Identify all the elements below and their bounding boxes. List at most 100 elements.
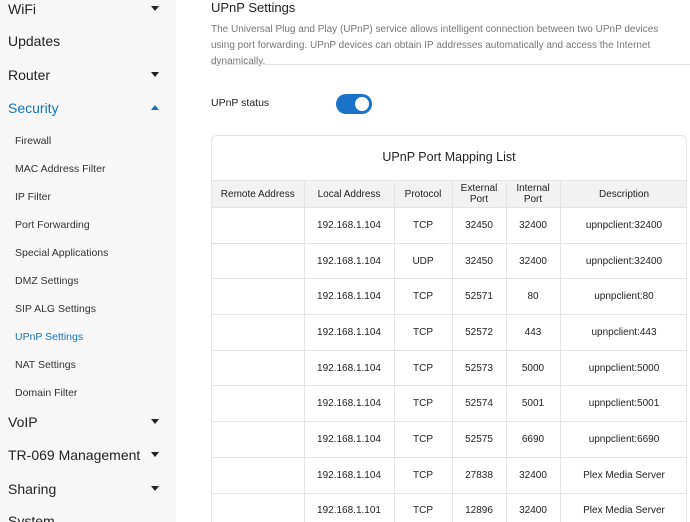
remote-address-cell (212, 492, 305, 522)
column-header-description: Description (559, 180, 686, 208)
remote-address-cell (212, 385, 305, 423)
local-address-cell: 192.168.1.104 (303, 207, 395, 244)
remote-address-cell (212, 314, 305, 351)
sidebar-subitem-port-forwarding[interactable]: Port Forwarding (15, 215, 90, 235)
description-cell: upnpclient:32400 (559, 242, 686, 280)
sidebar-item-security[interactable]: Security (8, 96, 160, 120)
description-cell: upnpclient:5001 (559, 385, 686, 423)
external-port-cell: 52571 (451, 278, 507, 316)
upnp-status-toggle[interactable] (336, 94, 372, 114)
external-port-cell: 52574 (451, 385, 507, 423)
sidebar-subitem-sip-alg-settings[interactable]: SIP ALG Settings (15, 299, 96, 319)
remote-address-cell (212, 207, 305, 244)
column-header-external-port: External Port (451, 180, 507, 208)
page-title: UPnP Settings (211, 0, 296, 15)
internal-port-cell: 5001 (505, 385, 561, 423)
sidebar-subitem-domain-filter[interactable]: Domain Filter (15, 383, 77, 403)
internal-port-cell: 6690 (505, 421, 561, 458)
internal-port-cell: 32400 (505, 456, 561, 494)
internal-port-cell: 32400 (505, 242, 561, 280)
local-address-cell: 192.168.1.104 (303, 242, 395, 280)
table-row: 192.168.1.104 TCP 32450 32400 upnpclient:324… (212, 207, 686, 244)
protocol-cell: TCP (393, 314, 453, 351)
sidebar-item-label: TR-069 Management (8, 447, 141, 463)
page-description: The Universal Plug and Play (UPnP) servi… (211, 24, 659, 67)
external-port-cell: 52575 (451, 421, 507, 458)
description-cell: upnpclient:5000 (559, 349, 686, 387)
external-port-cell: 52573 (451, 349, 507, 387)
sidebar-subitem-upnp-settings[interactable]: UPnP Settings (15, 327, 83, 347)
sidebar-subitem-ip-filter[interactable]: IP Filter (15, 187, 51, 207)
description-cell: Plex Media Server (559, 492, 686, 522)
external-port-cell: 27838 (451, 456, 507, 494)
sidebar-subitem-dmz-settings[interactable]: DMZ Settings (15, 271, 79, 291)
table-row: 192.168.1.104 TCP 52574 5001 upnpclient:5001 (212, 385, 686, 423)
table-header-row: Remote Address Local Address Protocol Ex… (212, 180, 686, 208)
protocol-cell: UDP (393, 242, 453, 280)
toggle-knob (355, 97, 369, 111)
protocol-cell: TCP (393, 456, 453, 494)
internal-port-cell: 32400 (505, 492, 561, 522)
external-port-cell: 32450 (451, 207, 507, 244)
remote-address-cell (212, 456, 305, 494)
sidebar-item-tr069-management[interactable]: TR-069 Management (8, 443, 160, 467)
port-mapping-table: Remote Address Local Address Protocol Ex… (212, 180, 686, 522)
chevron-down-icon (150, 4, 160, 14)
sidebar-item-system[interactable]: System (8, 509, 160, 522)
sidebar-subitem-nat-settings[interactable]: NAT Settings (15, 355, 76, 375)
external-port-cell: 52572 (451, 314, 507, 351)
sidebar-subitem-mac-address-filter[interactable]: MAC Address Filter (15, 159, 105, 179)
sidebar-item-label: Updates (8, 33, 61, 49)
sidebar-item-label: WiFi (8, 1, 36, 17)
column-header-protocol: Protocol (393, 180, 453, 208)
table-row: 192.168.1.104 UDP 32450 32400 upnpclient:324… (212, 242, 686, 280)
local-address-cell: 192.168.1.104 (303, 456, 395, 494)
protocol-cell: TCP (393, 349, 453, 387)
protocol-cell: TCP (393, 278, 453, 316)
internal-port-cell: 443 (505, 314, 561, 351)
upnp-status-label: UPnP status (211, 97, 270, 109)
sidebar-item-label: VoIP (8, 414, 38, 430)
external-port-cell: 32450 (451, 242, 507, 280)
main-content: UPnP Settings The Universal Plug and Pla… (176, 0, 690, 522)
local-address-cell: 192.168.1.101 (303, 492, 395, 522)
sidebar-item-updates[interactable]: Updates (8, 29, 160, 53)
sidebar-item-label: Sharing (8, 481, 57, 497)
description-cell: upnpclient:32400 (559, 207, 686, 244)
sidebar-subitem-special-applications[interactable]: Special Applications (15, 243, 108, 263)
local-address-cell: 192.168.1.104 (303, 314, 395, 351)
port-mapping-card: UPnP Port Mapping List Remote Address Lo… (211, 135, 687, 522)
table-row: 192.168.1.104 TCP 52571 80 upnpclient:80 (212, 278, 686, 316)
sidebar-item-sharing[interactable]: Sharing (8, 477, 160, 501)
remote-address-cell (212, 242, 305, 280)
table-row: 192.168.1.104 TCP 27838 32400 Plex Media Ser… (212, 456, 686, 494)
table-row: 192.168.1.101 TCP 12896 32400 Plex Media Ser… (212, 492, 686, 522)
internal-port-cell: 32400 (505, 207, 561, 244)
external-port-cell: 12896 (451, 492, 507, 522)
sidebar-item-label: Security (8, 100, 59, 116)
sidebar-item-router[interactable]: Router (8, 63, 160, 87)
protocol-cell: TCP (393, 385, 453, 423)
chevron-down-icon (150, 417, 160, 427)
chevron-down-icon (150, 70, 160, 80)
local-address-cell: 192.168.1.104 (303, 385, 395, 423)
local-address-cell: 192.168.1.104 (303, 421, 395, 458)
sidebar-subitem-firewall[interactable]: Firewall (15, 131, 51, 151)
sidebar-item-label: Router (8, 67, 51, 83)
internal-port-cell: 5000 (505, 349, 561, 387)
description-cell: Plex Media Server (559, 456, 686, 494)
description-cell: upnpclient:443 (559, 314, 686, 351)
sidebar-item-wifi[interactable]: WiFi (8, 0, 160, 21)
sidebar-item-voip[interactable]: VoIP (8, 410, 160, 434)
table-row: 192.168.1.104 TCP 52572 443 upnpclient:443 (212, 314, 686, 351)
protocol-cell: TCP (393, 492, 453, 522)
port-mapping-title: UPnP Port Mapping List (382, 150, 516, 164)
table-row: 192.168.1.104 TCP 52573 5000 upnpclient:5000 (212, 349, 686, 387)
remote-address-cell (212, 278, 305, 316)
column-header-local-address: Local Address (303, 180, 395, 208)
protocol-cell: TCP (393, 421, 453, 458)
table-row: 192.168.1.104 TCP 52575 6690 upnpclient:6690 (212, 421, 686, 458)
sidebar: WiFi Updates Router Security Firewall MA… (0, 0, 176, 522)
local-address-cell: 192.168.1.104 (303, 349, 395, 387)
description-cell: upnpclient:6690 (559, 421, 686, 458)
